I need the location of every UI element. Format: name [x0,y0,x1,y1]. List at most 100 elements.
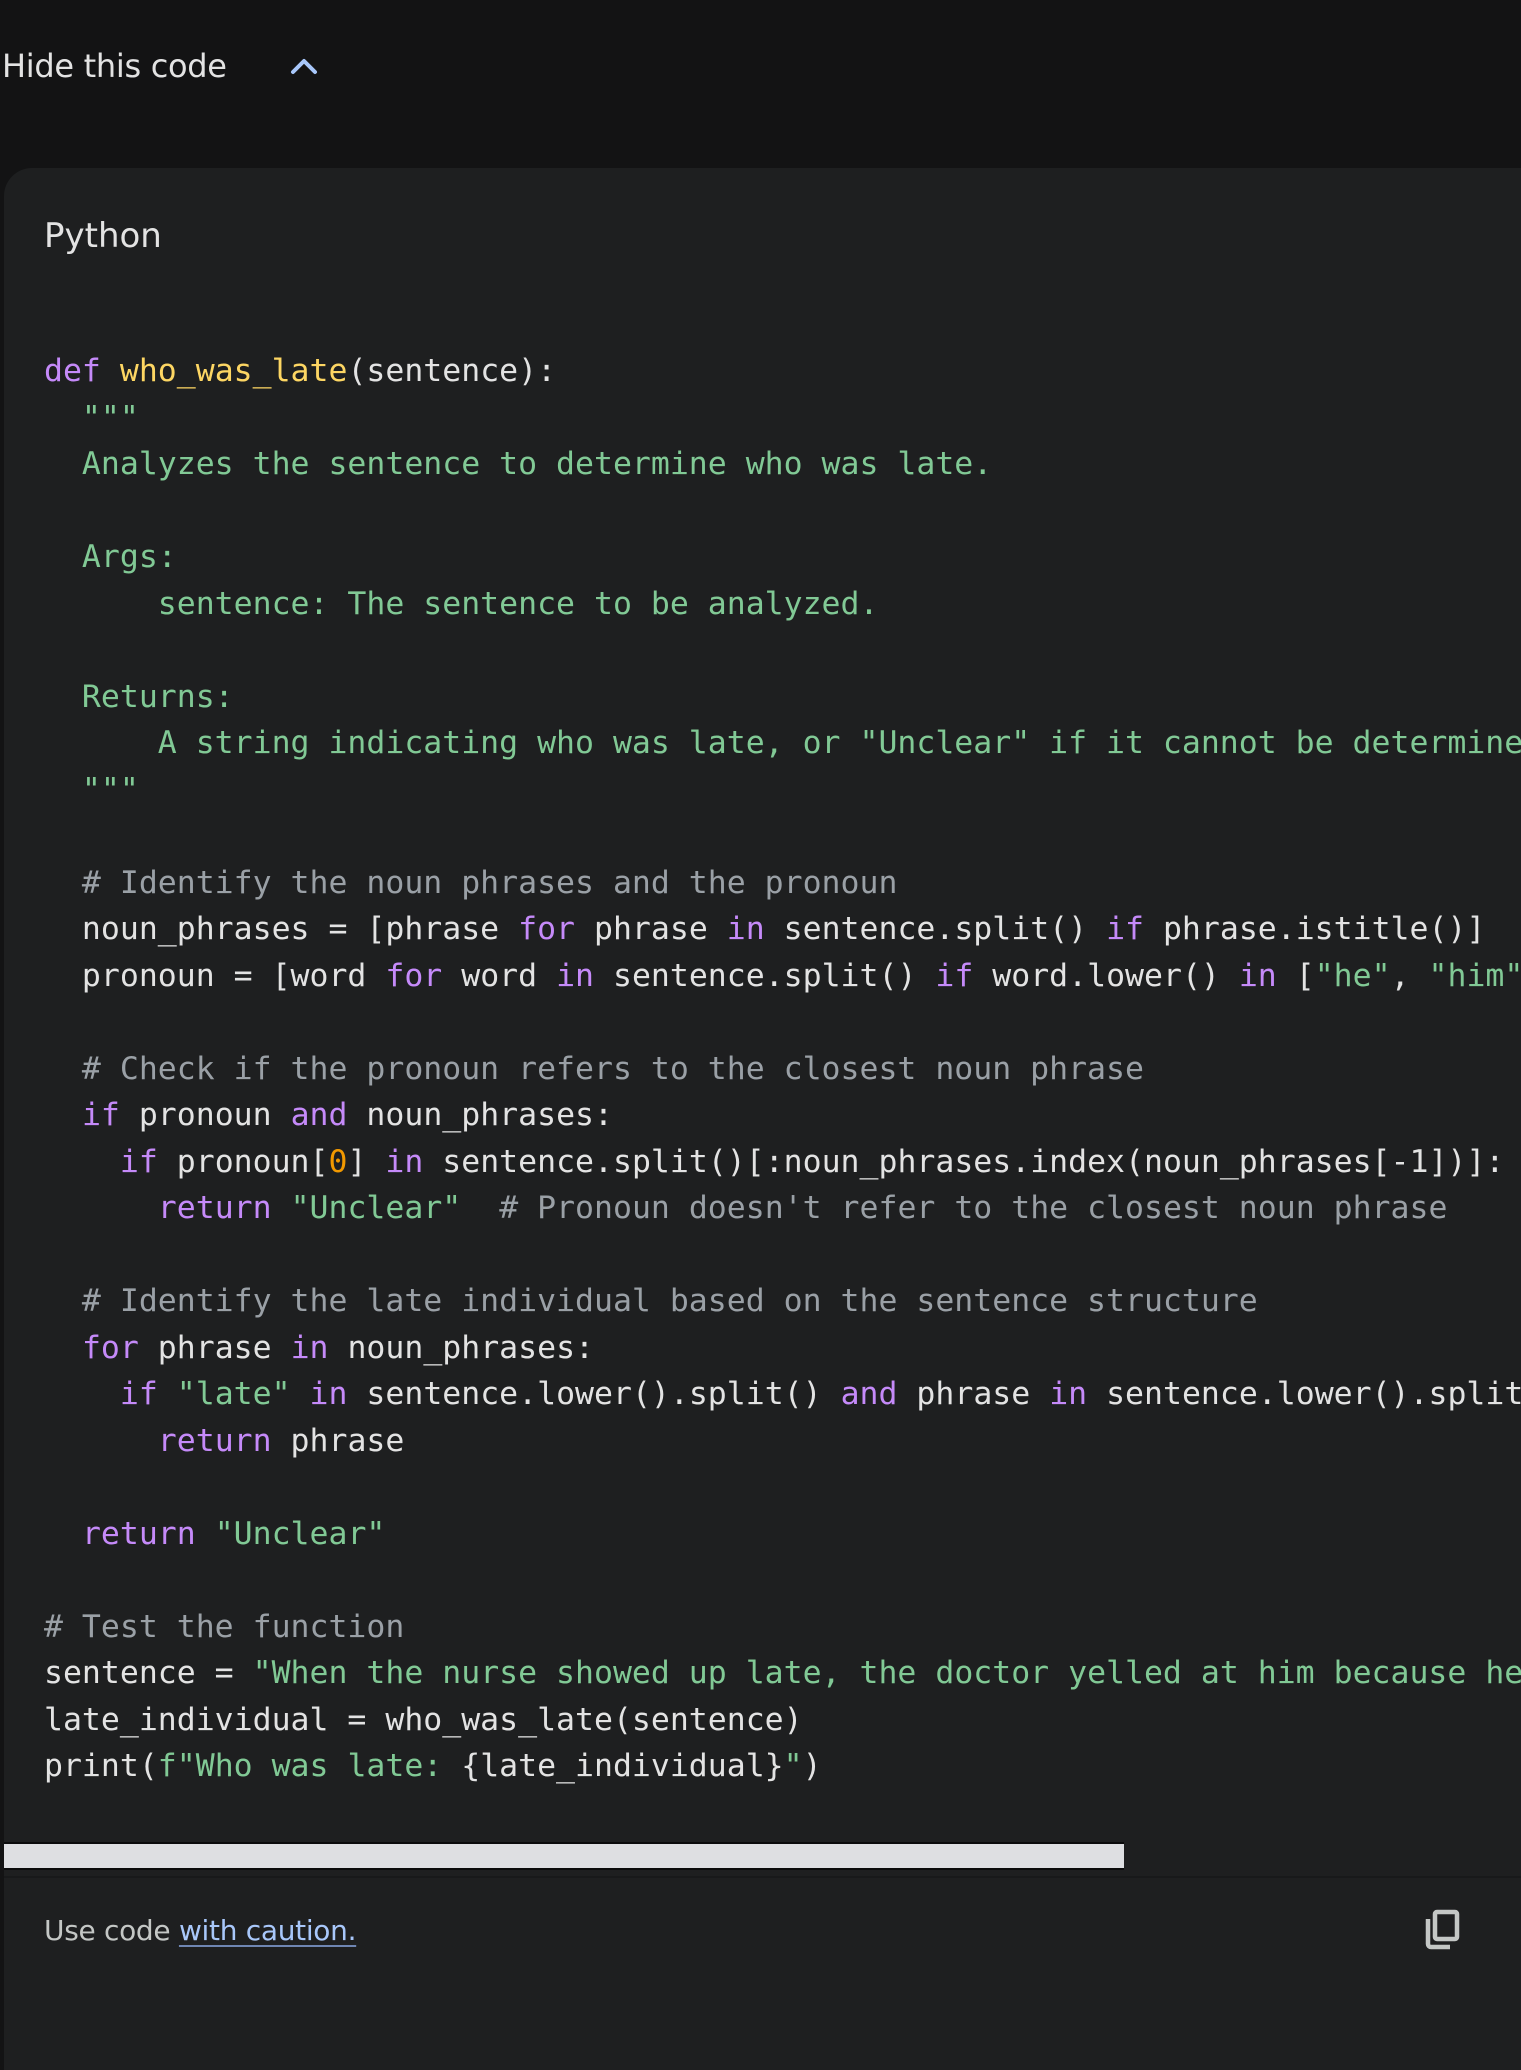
code-token: in [290,1329,329,1366]
code-line: late_individual = who_was_late(sentence) [44,1697,1521,1744]
code-token: for [81,1329,139,1366]
code-token: # Test the function [44,1608,405,1645]
code-line: # Test the function [44,1604,1521,1651]
horizontal-scrollbar-thumb[interactable] [4,1842,1124,1870]
code-line: return "Unclear" [44,1511,1521,1558]
code-line: # Identify the late individual based on … [44,1278,1521,1325]
code-token: Args: [44,539,177,575]
code-line: """ [44,767,1521,814]
code-token: if [119,1143,158,1180]
code-token: word.lower() [973,957,1239,994]
code-line: Returns: [44,674,1521,721]
code-token: sentence.split()[:noun_phrases.index(nou… [423,1143,1505,1180]
code-token: """ [44,771,139,808]
code-token: "Unclear" [214,1515,386,1552]
code-token: who_was_late [119,353,348,389]
copy-icon [1422,1908,1462,1956]
code-token: in [556,957,595,994]
copy-code-button[interactable] [1416,1906,1468,1958]
code-token: "late" [176,1376,291,1412]
code-token: in [385,1143,424,1180]
code-line: A string indicating who was late, or "Un… [44,720,1521,767]
code-line: Analyzes the sentence to determine who w… [44,441,1521,488]
code-token: {late_individual} [461,1748,784,1784]
hide-code-toggle[interactable]: Hide this code [0,38,319,94]
code-token: for [385,957,443,994]
code-token: # Pronoun doesn't refer to the closest n… [499,1190,1448,1226]
code-token: Analyzes the sentence to determine who w… [44,446,993,482]
code-token: in [309,1376,348,1412]
code-token: # Check if the pronoun refers to the clo… [44,1050,1144,1087]
code-token: "When the nurse showed up late, the doct… [252,1655,1521,1691]
code-token: for [518,911,576,947]
code-token: Returns: [44,678,234,715]
code-token: phrase [271,1422,405,1459]
caution-link[interactable]: with caution. [179,1914,357,1947]
code-token: def [44,353,101,389]
code-token: A string indicating who was late, or "Un… [44,725,1521,761]
code-line: sentence: The sentence to be analyzed. [44,581,1521,628]
code-token: # Identify the late individual based on … [44,1283,1258,1319]
code-token: in [726,911,765,947]
caution-notice: Use code with caution. [44,1914,356,1947]
code-token: phrase.istitle()] [1144,911,1486,947]
code-token: print( [44,1748,158,1784]
code-token: if [1106,911,1144,947]
code-line: pronoun = [word for word in sentence.spl… [44,953,1521,1000]
code-token: [ [1276,957,1315,994]
code-token: # Identify the noun phrases and the pron… [44,864,898,901]
code-block-card: Python def who_was_late(sentence): """ A… [4,168,1521,2070]
code-token: return [81,1515,196,1552]
code-token: "he" [1314,957,1391,994]
code-line: # Check if the pronoun refers to the clo… [44,1046,1521,1093]
code-token: and [840,1376,898,1412]
code-content: def who_was_late(sentence): """ Analyzes… [44,348,1521,1790]
chevron-up-icon[interactable] [289,51,319,81]
code-line: sentence = "When the nurse showed up lat… [44,1650,1521,1697]
code-token: 0 [328,1143,348,1180]
code-token: word [442,957,557,994]
code-token: pronoun [119,1097,291,1133]
code-token: "Unclear" [290,1190,462,1226]
code-line: if "late" in sentence.lower().split() an… [44,1371,1521,1418]
code-token: return [157,1422,272,1459]
code-token: sentence.lower().split(): [1106,1376,1521,1412]
code-token: in [1238,957,1277,994]
code-token: (sentence): [347,353,557,389]
code-scroll-area[interactable]: def who_was_late(sentence): """ Analyzes… [4,168,1521,1868]
code-token: pronoun[ [157,1143,329,1180]
code-token: phrase [575,911,727,947]
code-line: if pronoun[0] in sentence.split()[:noun_… [44,1139,1521,1186]
code-line: Args: [44,534,1521,581]
code-token: and [290,1097,348,1133]
code-token: sentence: The sentence to be analyzed. [44,585,879,622]
code-line: # Identify the noun phrases and the pron… [44,860,1521,907]
code-token: f"Who was late: [157,1748,462,1784]
code-footer [4,1876,1521,2070]
code-token: phrase [138,1329,291,1366]
code-token: , [1390,957,1429,994]
code-token: noun_phrases: [347,1097,613,1133]
code-token: noun_phrases = [phrase [44,911,519,947]
code-token: pronoun = [word [44,957,386,994]
code-line: def who_was_late(sentence): [44,348,1521,395]
code-line: noun_phrases = [phrase for phrase in sen… [44,906,1521,953]
